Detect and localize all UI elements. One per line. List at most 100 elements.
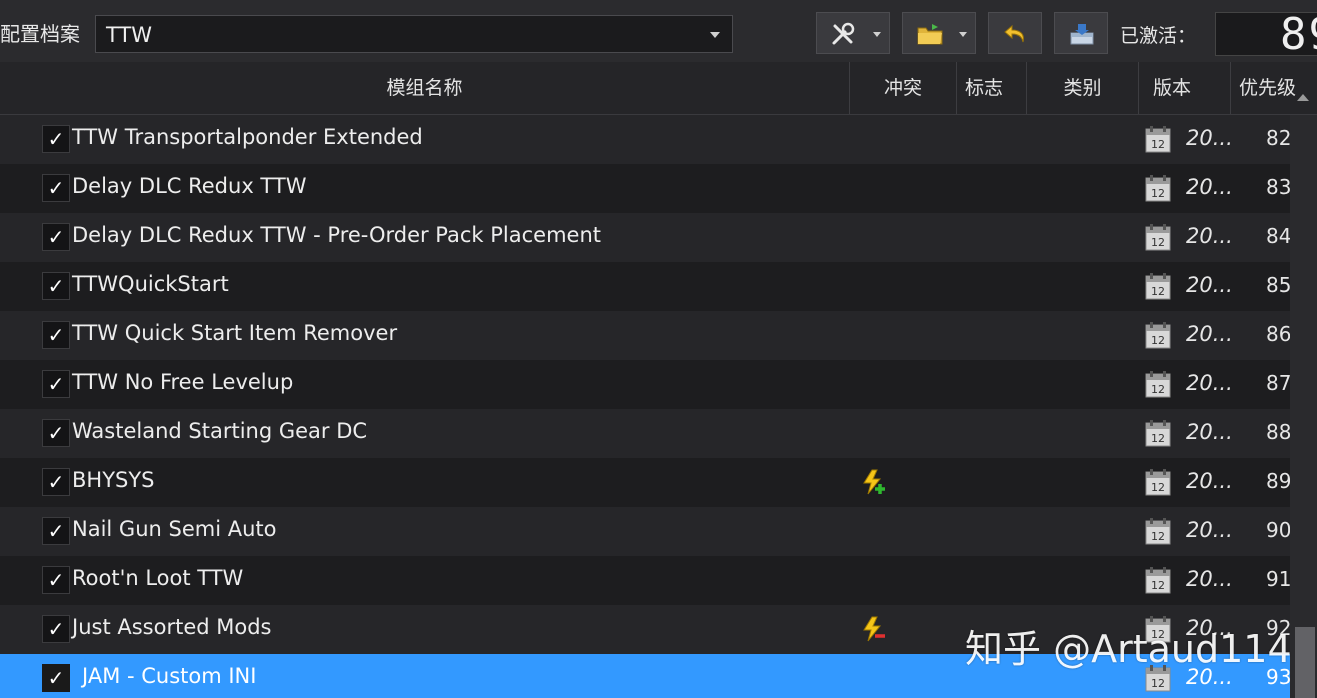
mod-name: TTW Transportalponder Extended [72,125,423,149]
mod-row[interactable]: ✓ TTW Transportalponder Extended 12 20... 82 [0,115,1290,164]
tools-button[interactable] [816,12,890,54]
chevron-down-icon [710,32,720,38]
column-header-priority-label: 优先级 [1239,77,1297,99]
tools-icon [832,22,855,45]
mod-row[interactable]: ✓ BHYSYS 12 20... 89 [0,458,1290,507]
mod-enabled-checkbox[interactable]: ✓ [42,125,70,153]
conflict-overwritten-icon [860,615,888,643]
svg-text:12: 12 [1151,334,1165,347]
mod-name: TTW No Free Levelup [72,370,294,394]
mod-enabled-checkbox[interactable]: ✓ [42,272,70,300]
watermark: 知乎 @Artaud114 [965,627,1292,671]
mod-name: Delay DLC Redux TTW - Pre-Order Pack Pla… [72,223,602,247]
restore-backup-button[interactable] [988,12,1042,54]
mod-version: 20... [1186,224,1233,248]
active-count-display: 89 [1215,12,1317,56]
mod-enabled-checkbox[interactable]: ✓ [42,174,70,202]
mod-name: TTWQuickStart [72,272,229,296]
vertical-scrollbar[interactable] [1290,115,1317,698]
mod-version: 20... [1186,518,1233,542]
mod-version: 20... [1186,567,1233,591]
mod-version: 20... [1186,273,1233,297]
mod-name: BHYSYS [72,468,155,492]
mod-priority: 90 [1266,518,1290,542]
svg-text:12: 12 [1151,530,1165,543]
conflict-overwrite-icon [860,468,888,496]
toolbar: 配置档案 TTW 已激活： 89 [0,0,1317,62]
mod-enabled-checkbox[interactable]: ✓ [42,321,70,349]
mod-list-header: 模组名称 冲突 标志 类别 版本 优先级 [0,62,1317,115]
calendar-icon: 12 [1145,272,1171,300]
mod-enabled-checkbox[interactable]: ✓ [42,615,70,643]
column-header-category[interactable]: 类别 [1027,62,1139,114]
mod-name: Root'n Loot TTW [72,566,244,590]
column-header-flags[interactable]: 标志 [957,62,1027,114]
mod-row[interactable]: ✓ Delay DLC Redux TTW 12 20... 83 [0,164,1290,213]
calendar-icon: 12 [1145,566,1171,594]
mod-name: Nail Gun Semi Auto [72,517,277,541]
mod-priority: 85 [1266,273,1290,297]
chevron-down-icon [959,32,967,37]
mod-row[interactable]: ✓ TTWQuickStart 12 20... 85 [0,262,1290,311]
mod-row[interactable]: ✓ Wasteland Starting Gear DC 12 20... 88 [0,409,1290,458]
profile-label: 配置档案 [0,22,80,46]
mod-enabled-checkbox[interactable]: ✓ [42,223,70,251]
mod-row[interactable]: ✓ TTW Quick Start Item Remover 12 20... 86 [0,311,1290,360]
svg-text:12: 12 [1151,481,1165,494]
svg-text:12: 12 [1151,579,1165,592]
mod-enabled-checkbox[interactable]: ✓ [42,566,70,594]
mod-name: TTW Quick Start Item Remover [72,321,398,345]
mod-enabled-checkbox[interactable]: ✓ [42,664,70,692]
mod-version: 20... [1186,175,1233,199]
mod-row[interactable]: ✓ Delay DLC Redux TTW - Pre-Order Pack Pl… [0,213,1290,262]
mod-priority: 88 [1266,420,1290,444]
mod-priority: 83 [1266,175,1290,199]
active-label: 已激活： [1120,25,1197,47]
mod-priority: 84 [1266,224,1290,248]
profile-select[interactable]: TTW [95,15,733,53]
mod-enabled-checkbox[interactable]: ✓ [42,517,70,545]
calendar-icon: 12 [1145,419,1171,447]
undo-icon [1004,24,1024,43]
mod-enabled-checkbox[interactable]: ✓ [42,419,70,447]
calendar-icon: 12 [1145,321,1171,349]
mod-priority: 91 [1266,567,1290,591]
create-backup-button[interactable] [1054,12,1108,54]
calendar-icon: 12 [1145,223,1171,251]
svg-text:12: 12 [1151,285,1165,298]
svg-text:12: 12 [1151,677,1165,690]
folder-icon [917,24,943,45]
mod-row[interactable]: ✓ Nail Gun Semi Auto 12 20... 90 [0,507,1290,556]
scrollbar-thumb[interactable] [1295,627,1315,698]
sort-ascending-icon [1297,94,1309,101]
open-folder-button[interactable] [902,12,976,54]
column-header-version[interactable]: 版本 [1139,62,1231,114]
mod-name: Wasteland Starting Gear DC [72,419,368,443]
mod-version: 20... [1186,371,1233,395]
column-header-priority[interactable]: 优先级 [1231,62,1317,114]
svg-text:12: 12 [1151,187,1165,200]
mod-priority: 86 [1266,322,1290,346]
column-header-mod-name[interactable]: 模组名称 [0,62,850,114]
profile-select-value: TTW [106,23,153,47]
calendar-icon: 12 [1145,125,1171,153]
mod-version: 20... [1186,126,1233,150]
svg-text:12: 12 [1151,383,1165,396]
mod-priority: 87 [1266,371,1290,395]
mod-version: 20... [1186,469,1233,493]
mod-name: Delay DLC Redux TTW [72,174,307,198]
calendar-icon: 12 [1145,517,1171,545]
column-header-conflicts[interactable]: 冲突 [850,62,957,114]
mod-name: Just Assorted Mods [72,615,272,639]
mod-version: 20... [1186,420,1233,444]
mod-row[interactable]: ✓ Root'n Loot TTW 12 20... 91 [0,556,1290,605]
chevron-down-icon [873,32,881,37]
mod-enabled-checkbox[interactable]: ✓ [42,468,70,496]
calendar-icon: 12 [1145,468,1171,496]
calendar-icon: 12 [1145,174,1171,202]
svg-text:12: 12 [1151,432,1165,445]
mod-priority: 89 [1266,469,1290,493]
mod-priority: 82 [1266,126,1290,150]
mod-row[interactable]: ✓ TTW No Free Levelup 12 20... 87 [0,360,1290,409]
mod-enabled-checkbox[interactable]: ✓ [42,370,70,398]
